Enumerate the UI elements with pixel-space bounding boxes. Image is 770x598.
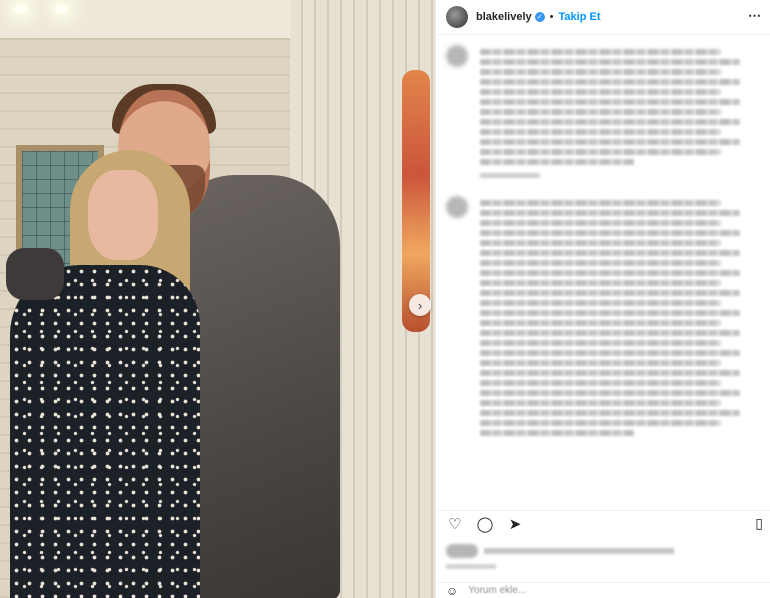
more-options-icon[interactable]: ⋯: [748, 8, 762, 24]
blurred-text-line: [480, 159, 634, 165]
blurred-text-line: [480, 310, 741, 316]
action-bar: ♡ ◯ ➤ ▯: [436, 510, 770, 536]
comment-block: [436, 178, 770, 440]
caption-block: [436, 35, 770, 178]
add-comment-bar: ☺ Yorum ekle...: [436, 582, 770, 598]
blurred-text-line: [480, 330, 741, 336]
ceiling-light: [14, 4, 28, 14]
post-header: blakelively ✓ • Takip Et ⋯: [436, 0, 770, 35]
blurred-text-line: [480, 240, 721, 246]
comment-input[interactable]: Yorum ekle...: [468, 585, 526, 596]
avatar[interactable]: [446, 196, 468, 218]
blurred-text-line: [480, 340, 721, 346]
likes-summary-blurred[interactable]: [446, 544, 674, 558]
person-left-face: [88, 170, 158, 260]
blurred-text-line: [480, 139, 741, 145]
blurred-text-line: [480, 69, 721, 75]
blurred-text-line: [480, 220, 721, 226]
heart-icon[interactable]: ♡: [446, 515, 464, 533]
blurred-text-line: [480, 149, 721, 155]
person-left-dress: [10, 265, 200, 598]
post-date-blurred: [446, 564, 496, 569]
blurred-text-line: [480, 360, 721, 366]
blurred-text-line: [480, 280, 721, 286]
avatar[interactable]: [446, 45, 468, 67]
blurred-text-line: [480, 350, 741, 356]
ceiling-light: [55, 4, 69, 14]
blurred-text-line: [480, 230, 741, 236]
comment-text-blurred: [480, 196, 760, 440]
blurred-text-line: [480, 210, 741, 216]
liker-avatars: [446, 544, 478, 558]
blurred-text-line: [480, 99, 741, 105]
verified-badge-icon: ✓: [534, 12, 545, 22]
gloved-hand: [6, 248, 64, 300]
separator-dot: •: [549, 11, 554, 23]
username-link[interactable]: blakelively: [476, 11, 532, 23]
blurred-text-line: [480, 89, 721, 95]
blurred-text-line: [480, 119, 741, 125]
post-sidebar: blakelively ✓ • Takip Et ⋯ ♡ ◯ ➤ ▯ ☺ Yor…: [435, 0, 770, 598]
blurred-text-line: [480, 300, 721, 306]
blurred-text-line: [480, 290, 741, 296]
blurred-text-line: [480, 270, 741, 276]
likes-text: [484, 548, 674, 554]
blurred-text-line: [480, 400, 721, 406]
blurred-text-line: [480, 420, 721, 426]
follow-button[interactable]: Takip Et: [559, 11, 601, 23]
avatar[interactable]: [446, 6, 468, 28]
blurred-text-line: [480, 200, 721, 206]
share-icon[interactable]: ➤: [506, 515, 524, 533]
instagram-post: › blakelively ✓ • Takip Et ⋯ ♡ ◯ ➤ ▯ ☺ Y…: [0, 0, 770, 598]
emoji-icon[interactable]: ☺: [446, 584, 458, 598]
blurred-text-line: [480, 129, 721, 135]
chevron-right-icon: ›: [417, 297, 423, 313]
blurred-meta: [480, 173, 540, 178]
comment-icon[interactable]: ◯: [476, 515, 494, 533]
blurred-text-line: [480, 250, 741, 256]
bookmark-icon[interactable]: ▯: [755, 515, 763, 532]
caption-text-blurred: [480, 45, 760, 178]
blurred-text-line: [480, 260, 721, 266]
blurred-text-line: [480, 370, 741, 376]
blurred-text-line: [480, 320, 721, 326]
blurred-text-line: [480, 79, 741, 85]
blurred-text-line: [480, 390, 741, 396]
blurred-text-line: [480, 109, 721, 115]
blurred-text-line: [480, 380, 721, 386]
wall-lamp: [402, 70, 430, 332]
blurred-text-line: [480, 410, 741, 416]
blurred-text-line: [480, 430, 634, 436]
blurred-text-line: [480, 59, 741, 65]
post-photo[interactable]: ›: [0, 0, 435, 598]
blurred-text-line: [480, 49, 721, 55]
next-photo-button[interactable]: ›: [409, 294, 431, 316]
